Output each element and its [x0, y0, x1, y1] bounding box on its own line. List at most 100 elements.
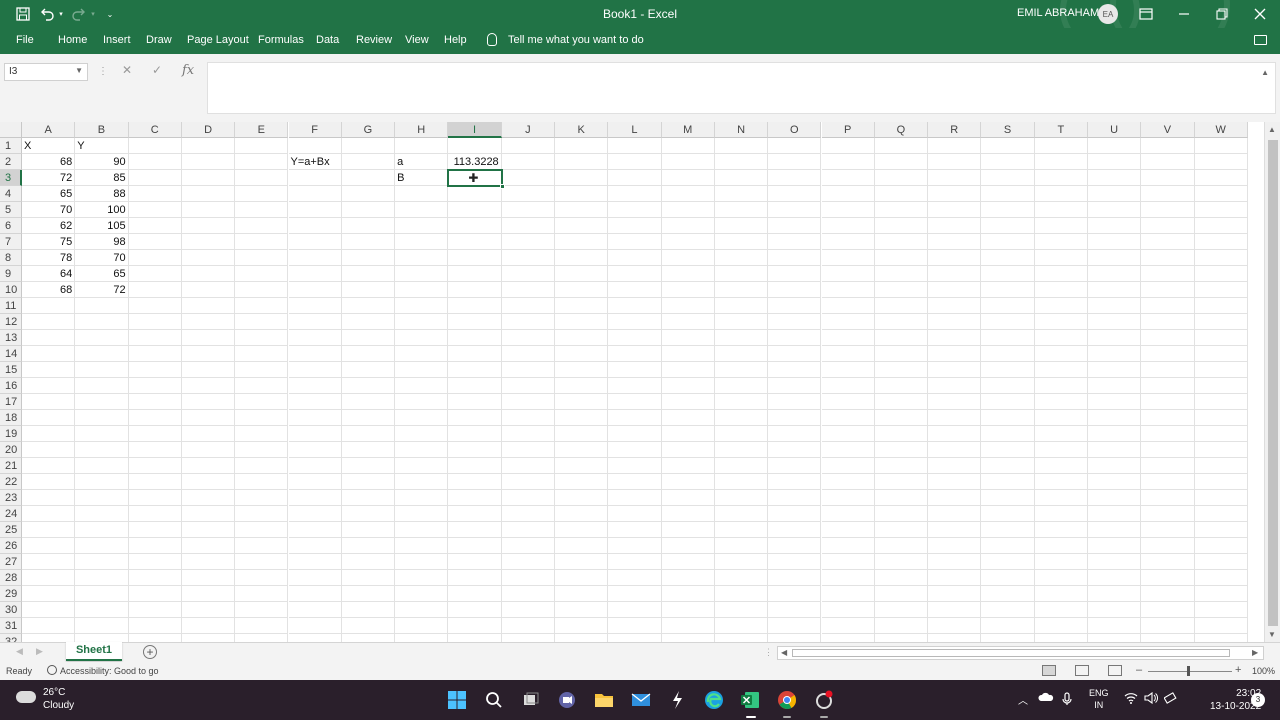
- cell-l16[interactable]: [608, 378, 662, 394]
- cell-l11[interactable]: [608, 298, 662, 314]
- cell-t9[interactable]: [1034, 266, 1088, 282]
- cell-h32[interactable]: [395, 634, 449, 642]
- cell-g10[interactable]: [341, 282, 396, 298]
- cell-v22[interactable]: [1141, 474, 1195, 490]
- cell-p13[interactable]: [821, 330, 875, 346]
- cell-c10[interactable]: [128, 282, 182, 298]
- cell-v13[interactable]: [1141, 330, 1195, 346]
- cell-r1[interactable]: [928, 138, 982, 154]
- cell-v20[interactable]: [1141, 442, 1195, 458]
- cell-f24[interactable]: [288, 506, 342, 522]
- column-header-k[interactable]: K: [555, 122, 609, 138]
- cell-k9[interactable]: [555, 266, 609, 282]
- cell-k19[interactable]: [555, 426, 609, 442]
- cell-a29[interactable]: [22, 586, 76, 602]
- cell-n4[interactable]: [714, 186, 769, 202]
- cell-v18[interactable]: [1141, 410, 1195, 426]
- cell-l32[interactable]: [608, 634, 662, 642]
- cloud-icon[interactable]: [16, 691, 36, 703]
- cell-p18[interactable]: [821, 410, 875, 426]
- cell-t6[interactable]: [1034, 218, 1088, 234]
- cell-c22[interactable]: [128, 474, 182, 490]
- cell-l7[interactable]: [608, 234, 662, 250]
- cell-p32[interactable]: [822, 634, 875, 642]
- cell-t18[interactable]: [1034, 410, 1088, 426]
- cell-p14[interactable]: [821, 346, 875, 362]
- row-header-20[interactable]: 20: [0, 442, 22, 458]
- cell-o1[interactable]: [768, 138, 822, 154]
- cell-g8[interactable]: [341, 250, 396, 266]
- row-header-7[interactable]: 7: [0, 234, 22, 250]
- cell-m32[interactable]: [662, 634, 715, 642]
- cell-t30[interactable]: [1034, 602, 1088, 618]
- cell-s4[interactable]: [981, 186, 1035, 202]
- cell-s1[interactable]: [981, 138, 1035, 154]
- cell-r9[interactable]: [928, 266, 982, 282]
- cell-u25[interactable]: [1088, 522, 1142, 538]
- row-header-8[interactable]: 8: [0, 250, 22, 266]
- cell-p7[interactable]: [821, 234, 875, 250]
- cell-q21[interactable]: [874, 458, 929, 474]
- cell-r19[interactable]: [928, 426, 982, 442]
- cell-r11[interactable]: [928, 298, 982, 314]
- column-header-w[interactable]: W: [1194, 122, 1248, 138]
- cell-l10[interactable]: [608, 282, 662, 298]
- cell-h28[interactable]: [395, 570, 449, 586]
- cell-g9[interactable]: [341, 266, 396, 282]
- cell-q3[interactable]: [874, 170, 929, 186]
- cell-r16[interactable]: [928, 378, 982, 394]
- cell-h4[interactable]: [395, 186, 449, 202]
- cell-o10[interactable]: [768, 282, 822, 298]
- cell-p30[interactable]: [821, 602, 875, 618]
- cell-i11[interactable]: [448, 298, 502, 314]
- cell-w11[interactable]: [1194, 298, 1248, 314]
- cell-o17[interactable]: [768, 394, 822, 410]
- cell-u17[interactable]: [1088, 394, 1142, 410]
- cell-m26[interactable]: [661, 538, 715, 554]
- select-all-corner[interactable]: [0, 122, 22, 138]
- cell-v30[interactable]: [1141, 602, 1195, 618]
- cell-o16[interactable]: [768, 378, 822, 394]
- tab-data[interactable]: Data: [316, 34, 339, 46]
- cell-v15[interactable]: [1141, 362, 1195, 378]
- cell-l8[interactable]: [608, 250, 662, 266]
- cell-t11[interactable]: [1034, 298, 1088, 314]
- cell-p5[interactable]: [821, 202, 875, 218]
- insert-function-icon[interactable]: fx: [182, 63, 194, 78]
- cell-j15[interactable]: [501, 362, 555, 378]
- scroll-left-icon[interactable]: ◀: [781, 648, 787, 657]
- cell-p10[interactable]: [821, 282, 875, 298]
- cell-o3[interactable]: [768, 170, 822, 186]
- cell-f18[interactable]: [288, 410, 342, 426]
- cell-d8[interactable]: [181, 250, 236, 266]
- cell-r4[interactable]: [928, 186, 982, 202]
- cell-f25[interactable]: [288, 522, 342, 538]
- cell-o18[interactable]: [768, 410, 822, 426]
- cell-f22[interactable]: [288, 474, 342, 490]
- cell-e7[interactable]: [235, 234, 289, 250]
- cell-k26[interactable]: [555, 538, 609, 554]
- cell-e4[interactable]: [235, 186, 289, 202]
- cell-e25[interactable]: [235, 522, 289, 538]
- cell-u5[interactable]: [1088, 202, 1142, 218]
- cell-v5[interactable]: [1141, 202, 1195, 218]
- cell-r18[interactable]: [928, 410, 982, 426]
- cell-s30[interactable]: [981, 602, 1035, 618]
- row-header-12[interactable]: 12: [0, 314, 22, 330]
- scroll-down-icon[interactable]: ▼: [1268, 630, 1276, 639]
- sheet-next-icon[interactable]: ▶: [36, 646, 43, 657]
- cell-l20[interactable]: [608, 442, 662, 458]
- cell-a13[interactable]: [22, 330, 76, 346]
- cell-m7[interactable]: [661, 234, 715, 250]
- cell-h18[interactable]: [395, 410, 449, 426]
- cell-q15[interactable]: [874, 362, 929, 378]
- search-icon[interactable]: [483, 689, 505, 711]
- cell-u10[interactable]: [1088, 282, 1142, 298]
- cell-o25[interactable]: [768, 522, 822, 538]
- cell-f15[interactable]: [288, 362, 342, 378]
- cell-b31[interactable]: [75, 618, 129, 634]
- cell-p17[interactable]: [821, 394, 875, 410]
- row-header-28[interactable]: 28: [0, 570, 22, 586]
- scroll-up-icon[interactable]: ▲: [1268, 125, 1276, 134]
- cell-o11[interactable]: [768, 298, 822, 314]
